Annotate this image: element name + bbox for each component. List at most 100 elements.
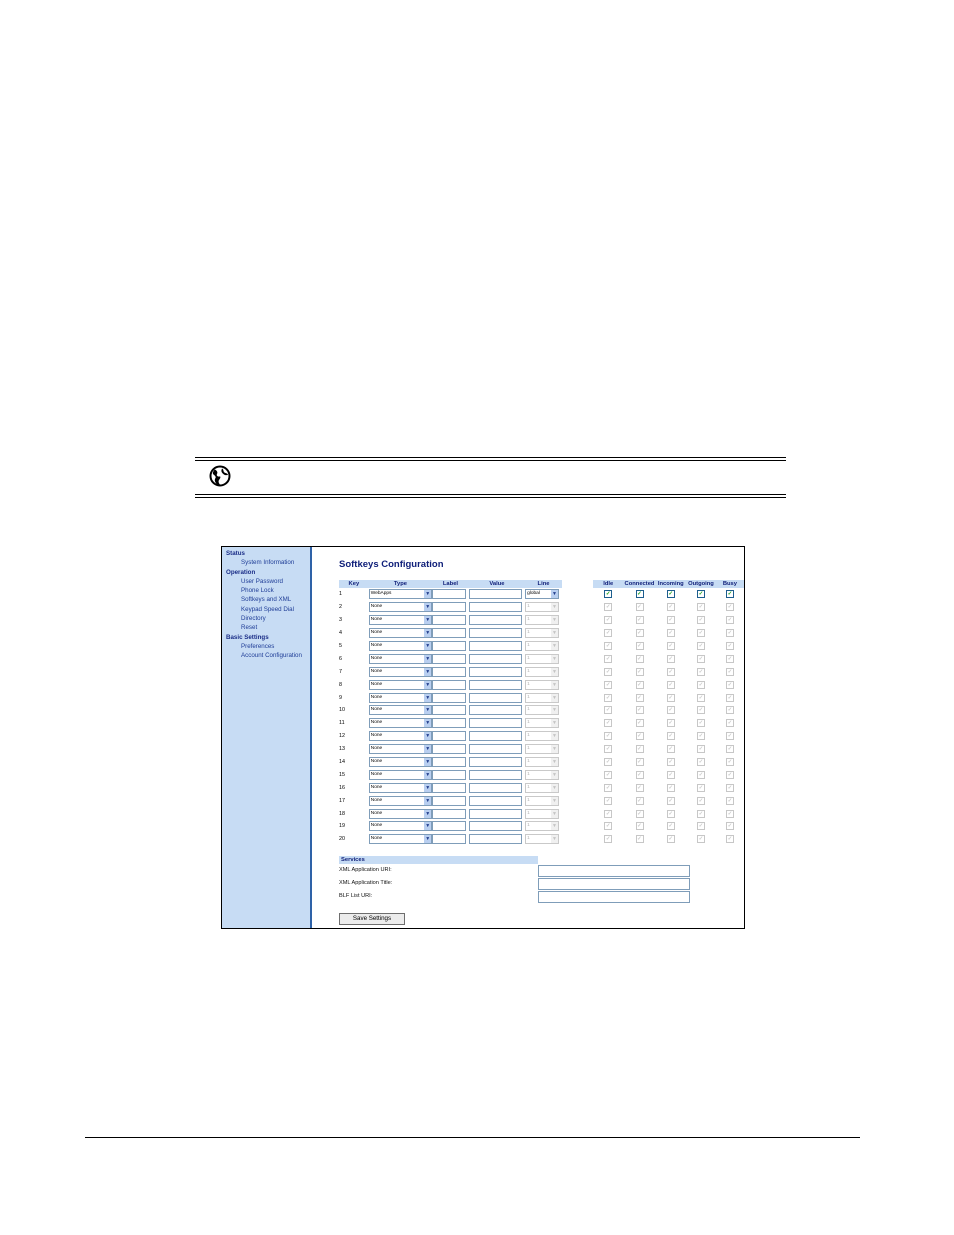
sidebar-section-heading[interactable]: Status bbox=[222, 549, 310, 558]
idle-checkbox[interactable]: ✓ bbox=[604, 590, 613, 599]
value-input[interactable] bbox=[468, 808, 523, 819]
connected-checkbox: ✓ bbox=[635, 822, 644, 831]
outgoing-checkbox: ✓ bbox=[696, 616, 705, 625]
label-input[interactable] bbox=[432, 744, 466, 755]
label-input[interactable] bbox=[432, 653, 466, 664]
chevron-down-icon: ▼ bbox=[550, 770, 558, 779]
value-input[interactable] bbox=[468, 615, 523, 626]
chevron-down-icon: ▼ bbox=[424, 745, 432, 754]
line-select[interactable]: global ▼ bbox=[525, 589, 559, 600]
type-select[interactable]: None ▼ bbox=[368, 666, 433, 677]
value-input[interactable] bbox=[468, 757, 523, 768]
sidebar-item[interactable]: System Information bbox=[222, 558, 310, 567]
sidebar-item[interactable]: Reset bbox=[222, 623, 310, 632]
outgoing-checkbox[interactable]: ✓ bbox=[696, 590, 705, 599]
chevron-down-icon: ▼ bbox=[550, 667, 558, 676]
value-input[interactable] bbox=[468, 628, 523, 639]
sidebar-item[interactable]: User Password bbox=[222, 577, 310, 586]
type-select[interactable]: None ▼ bbox=[368, 628, 433, 639]
value-input[interactable] bbox=[468, 692, 523, 703]
label-input[interactable] bbox=[432, 795, 466, 806]
incoming-checkbox: ✓ bbox=[666, 693, 675, 702]
type-select[interactable]: None ▼ bbox=[368, 782, 433, 793]
type-select[interactable]: None ▼ bbox=[368, 653, 433, 664]
value-input[interactable] bbox=[468, 705, 523, 716]
type-select[interactable]: None ▼ bbox=[368, 757, 433, 768]
sidebar-item[interactable]: Account Configuration bbox=[222, 651, 310, 660]
idle-checkbox: ✓ bbox=[604, 680, 613, 689]
key-number: 6 bbox=[339, 655, 342, 662]
col-header-value: Value bbox=[468, 580, 526, 588]
value-input[interactable] bbox=[468, 731, 523, 742]
incoming-checkbox: ✓ bbox=[666, 642, 675, 650]
value-input[interactable] bbox=[468, 744, 523, 755]
value-input[interactable] bbox=[468, 834, 523, 845]
label-input[interactable] bbox=[432, 615, 466, 626]
type-select[interactable]: None ▼ bbox=[368, 834, 433, 845]
label-input[interactable] bbox=[432, 679, 466, 690]
type-select[interactable]: None ▼ bbox=[368, 718, 433, 729]
table-header-row: Key Type Label Value Line Idle Connected… bbox=[339, 580, 744, 588]
type-select[interactable]: None ▼ bbox=[368, 641, 433, 651]
sidebar-item[interactable]: Preferences bbox=[222, 642, 310, 651]
type-select[interactable]: None ▼ bbox=[368, 795, 433, 806]
incoming-checkbox[interactable]: ✓ bbox=[666, 590, 675, 599]
busy-checkbox: ✓ bbox=[725, 680, 734, 689]
sidebar-item[interactable]: Phone Lock bbox=[222, 586, 310, 595]
type-select[interactable]: None ▼ bbox=[368, 769, 433, 780]
sidebar-item[interactable]: Keypad Speed Dial bbox=[222, 605, 310, 614]
type-select[interactable]: None ▼ bbox=[368, 602, 433, 613]
label-input[interactable] bbox=[432, 808, 466, 819]
label-input[interactable] bbox=[432, 628, 466, 639]
value-input[interactable] bbox=[468, 653, 523, 664]
label-input[interactable] bbox=[432, 821, 466, 832]
value-input[interactable] bbox=[468, 679, 523, 690]
label-input[interactable] bbox=[432, 589, 466, 600]
type-select[interactable]: None ▼ bbox=[368, 731, 433, 742]
type-select[interactable]: None ▼ bbox=[368, 808, 433, 819]
sidebar-item[interactable]: Softkeys and XML bbox=[222, 595, 310, 604]
value-input[interactable] bbox=[468, 821, 523, 832]
value-input[interactable] bbox=[468, 769, 523, 780]
type-select[interactable]: None ▼ bbox=[368, 692, 433, 703]
label-input[interactable] bbox=[432, 602, 466, 613]
label-input[interactable] bbox=[432, 731, 466, 742]
type-select[interactable]: None ▼ bbox=[368, 615, 433, 626]
value-input[interactable] bbox=[468, 641, 523, 651]
value-input[interactable] bbox=[468, 602, 523, 613]
note-rule-bottom bbox=[195, 494, 786, 495]
blf-list-uri-input[interactable] bbox=[538, 891, 690, 903]
label-input[interactable] bbox=[432, 666, 466, 677]
type-select[interactable]: WebApps ▼ bbox=[368, 589, 433, 600]
chevron-down-icon: ▼ bbox=[424, 732, 432, 741]
type-select[interactable]: None ▼ bbox=[368, 705, 433, 716]
label-input[interactable] bbox=[432, 769, 466, 780]
col-spacer bbox=[562, 807, 593, 820]
sidebar-section-heading[interactable]: Operation bbox=[222, 568, 310, 577]
value-input[interactable] bbox=[468, 718, 523, 729]
value-input[interactable] bbox=[468, 795, 523, 806]
sidebar-item[interactable]: Directory bbox=[222, 614, 310, 623]
xml-app-uri-input[interactable] bbox=[538, 865, 690, 877]
label-input[interactable] bbox=[432, 718, 466, 729]
idle-checkbox: ✓ bbox=[604, 745, 613, 754]
label-input[interactable] bbox=[432, 705, 466, 716]
connected-checkbox[interactable]: ✓ bbox=[635, 590, 644, 599]
value-input[interactable] bbox=[468, 666, 523, 677]
col-header-key: Key bbox=[339, 580, 369, 588]
xml-app-title-input[interactable] bbox=[538, 878, 690, 890]
type-select[interactable]: None ▼ bbox=[368, 744, 433, 755]
label-input[interactable] bbox=[432, 692, 466, 703]
label-input[interactable] bbox=[432, 757, 466, 768]
label-input[interactable] bbox=[432, 782, 466, 793]
label-input[interactable] bbox=[432, 834, 466, 845]
busy-checkbox[interactable]: ✓ bbox=[725, 590, 734, 599]
type-value: None bbox=[370, 604, 383, 610]
value-input[interactable] bbox=[468, 589, 523, 600]
label-input[interactable] bbox=[432, 641, 466, 651]
sidebar-section-heading[interactable]: Basic Settings bbox=[222, 633, 310, 642]
type-select[interactable]: None ▼ bbox=[368, 821, 433, 832]
save-settings-button[interactable]: Save Settings bbox=[339, 913, 405, 925]
value-input[interactable] bbox=[468, 782, 523, 793]
type-select[interactable]: None ▼ bbox=[368, 679, 433, 690]
